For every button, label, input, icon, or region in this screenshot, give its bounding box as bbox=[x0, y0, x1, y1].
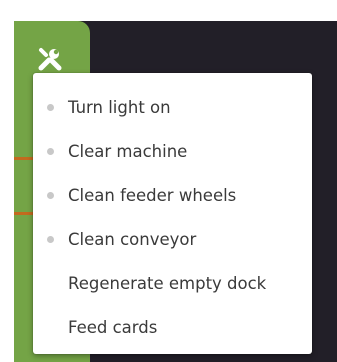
context-menu: Turn light on Clear machine Clean feeder… bbox=[33, 73, 312, 354]
tools-button[interactable] bbox=[36, 45, 64, 73]
bullet-icon bbox=[47, 235, 54, 243]
menu-item-label: Clean feeder wheels bbox=[68, 185, 237, 205]
menu-item-label: Turn light on bbox=[68, 97, 171, 117]
menu-item-label: Feed cards bbox=[68, 317, 158, 337]
bullet-icon bbox=[47, 103, 54, 111]
bullet-icon bbox=[47, 191, 54, 199]
menu-item-clear-machine[interactable]: Clear machine bbox=[33, 129, 312, 173]
bullet-icon bbox=[47, 147, 54, 155]
menu-item-turn-light-on[interactable]: Turn light on bbox=[33, 85, 312, 129]
menu-item-clean-conveyor[interactable]: Clean conveyor bbox=[33, 217, 312, 261]
menu-item-label: Clean conveyor bbox=[68, 229, 197, 249]
tools-icon bbox=[38, 48, 62, 71]
menu-item-clean-feeder-wheels[interactable]: Clean feeder wheels bbox=[33, 173, 312, 217]
menu-item-feed-cards[interactable]: Feed cards bbox=[33, 305, 312, 349]
menu-item-regenerate-empty-dock[interactable]: Regenerate empty dock bbox=[33, 261, 312, 305]
menu-item-label: Regenerate empty dock bbox=[68, 273, 267, 293]
menu-item-label: Clear machine bbox=[68, 141, 188, 161]
